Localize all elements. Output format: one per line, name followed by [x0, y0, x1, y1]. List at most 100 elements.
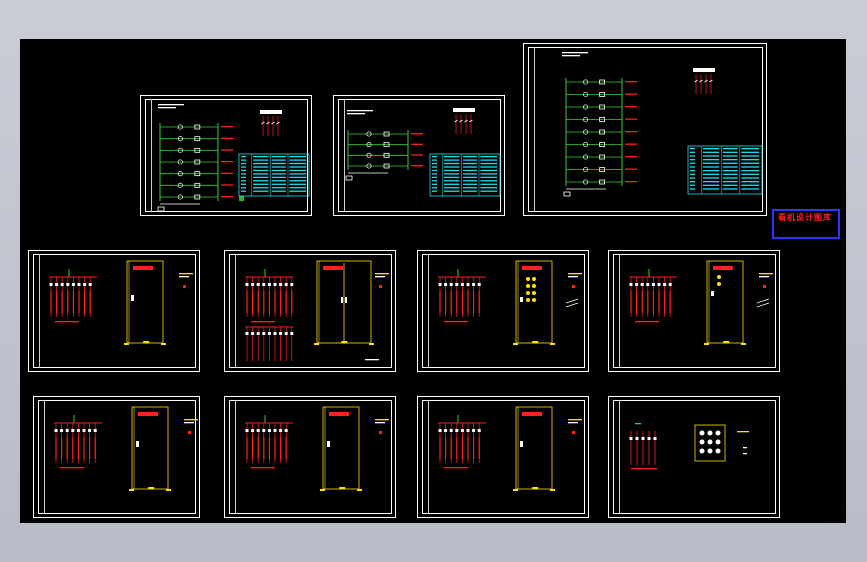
schematic-drawing	[345, 108, 501, 197]
stamp-title: 看机设计图库	[778, 213, 832, 222]
drawing-sheet-11[interactable]	[608, 396, 780, 518]
cabinet-outline	[322, 406, 360, 490]
breaker-icon	[279, 283, 283, 286]
breaker-icon	[472, 429, 476, 432]
base-center	[143, 341, 150, 344]
label-text	[743, 447, 747, 449]
cad-model-space[interactable]: 看机设计图库	[20, 39, 846, 523]
table-cell-text	[444, 156, 460, 158]
breaker-icon	[262, 283, 266, 286]
feeder-label-text	[647, 291, 649, 313]
drawing-sheet-1[interactable]	[140, 95, 312, 216]
note-text	[184, 422, 194, 424]
meter-icon	[532, 291, 536, 295]
fuse-icon	[157, 206, 165, 212]
drawing-sheet-8[interactable]	[33, 396, 200, 518]
table-cell-text	[271, 162, 286, 165]
feeder-label-text	[72, 291, 74, 313]
table-cell-text	[702, 166, 720, 168]
label-text	[251, 467, 275, 469]
meter-icon	[699, 448, 705, 454]
table-cell-text	[271, 183, 286, 185]
note-text	[568, 273, 582, 275]
meter-icon	[717, 275, 721, 279]
table-cell-text	[271, 190, 286, 192]
table-cell-text	[690, 151, 695, 153]
feeder-label-text	[268, 437, 270, 459]
table-cell-text	[690, 159, 695, 161]
drawing-sheet-2[interactable]	[333, 95, 505, 216]
feeder-label-text	[641, 291, 643, 313]
feeder-label-text	[67, 291, 69, 313]
breaker-icon	[256, 332, 260, 335]
label-text	[635, 321, 659, 323]
drawing-sheet-9[interactable]	[224, 396, 396, 518]
table-cell-text	[480, 169, 498, 172]
label-text	[625, 181, 637, 183]
breaker-icon	[438, 429, 442, 432]
table-cell-text	[690, 155, 695, 157]
breaker-icon	[460, 429, 464, 432]
drawing-sheet-10[interactable]	[417, 396, 589, 518]
drawing-sheet-3[interactable]	[523, 43, 767, 216]
breaker-icon	[262, 429, 266, 432]
table-cell-text	[444, 173, 460, 175]
breaker-icon	[245, 429, 249, 432]
breaker-icon	[444, 429, 448, 432]
base-foot	[550, 343, 555, 345]
table-cell-text	[702, 188, 720, 190]
table-cell-text	[462, 173, 477, 175]
table-cell-text	[480, 156, 498, 158]
feeder-label-text	[89, 291, 91, 313]
table-cell-text	[741, 151, 760, 153]
base-foot	[357, 489, 362, 491]
table-cell-text	[702, 148, 720, 150]
breaker-icon	[284, 283, 288, 286]
schematic-drawing	[157, 104, 310, 212]
table-cell-text	[741, 155, 760, 157]
table-cell-text	[462, 169, 477, 172]
feeder-label-text	[257, 437, 259, 459]
table-cell-text	[722, 148, 738, 150]
table-cell-text	[289, 156, 307, 158]
label-text	[444, 467, 468, 469]
symbol-mark	[183, 285, 186, 288]
feeder-label-text	[280, 291, 282, 313]
label-text	[411, 133, 423, 135]
drawing-sheet-7[interactable]	[608, 250, 780, 372]
note-text	[184, 419, 198, 421]
door-handle-icon	[345, 297, 347, 303]
note-text	[365, 359, 379, 361]
terminal-block	[453, 108, 475, 112]
meter-icon	[532, 284, 536, 288]
breaker-icon	[82, 429, 86, 432]
table-cell-text	[289, 169, 307, 172]
leader-line	[756, 298, 770, 304]
breaker-icon	[251, 283, 255, 286]
breaker-icon	[641, 437, 645, 440]
label-text	[221, 137, 233, 139]
table-cell-text	[253, 187, 269, 189]
base-foot	[550, 489, 555, 491]
label-text	[625, 81, 637, 83]
drawing-sheet-6[interactable]	[417, 250, 589, 372]
feeder-label-text	[439, 291, 441, 313]
label-text	[221, 196, 233, 198]
label-text	[60, 467, 84, 469]
cabinet-outline	[515, 406, 553, 490]
table-cell-text	[289, 190, 307, 192]
note-text	[375, 273, 389, 275]
drawing-sheet-5[interactable]	[224, 250, 396, 372]
table-cell-text	[722, 166, 738, 168]
feeder-label-text	[61, 291, 63, 313]
breaker-icon	[629, 283, 633, 286]
table-cell-text	[253, 159, 269, 161]
feeder-label-text	[263, 437, 265, 459]
breaker-icon	[267, 283, 271, 286]
label-text	[411, 165, 423, 167]
nameplate	[329, 412, 349, 416]
feeder-label-text	[72, 437, 74, 459]
drawing-sheet-4[interactable]	[28, 250, 200, 372]
note-text	[568, 422, 578, 424]
leader-line	[565, 302, 579, 308]
